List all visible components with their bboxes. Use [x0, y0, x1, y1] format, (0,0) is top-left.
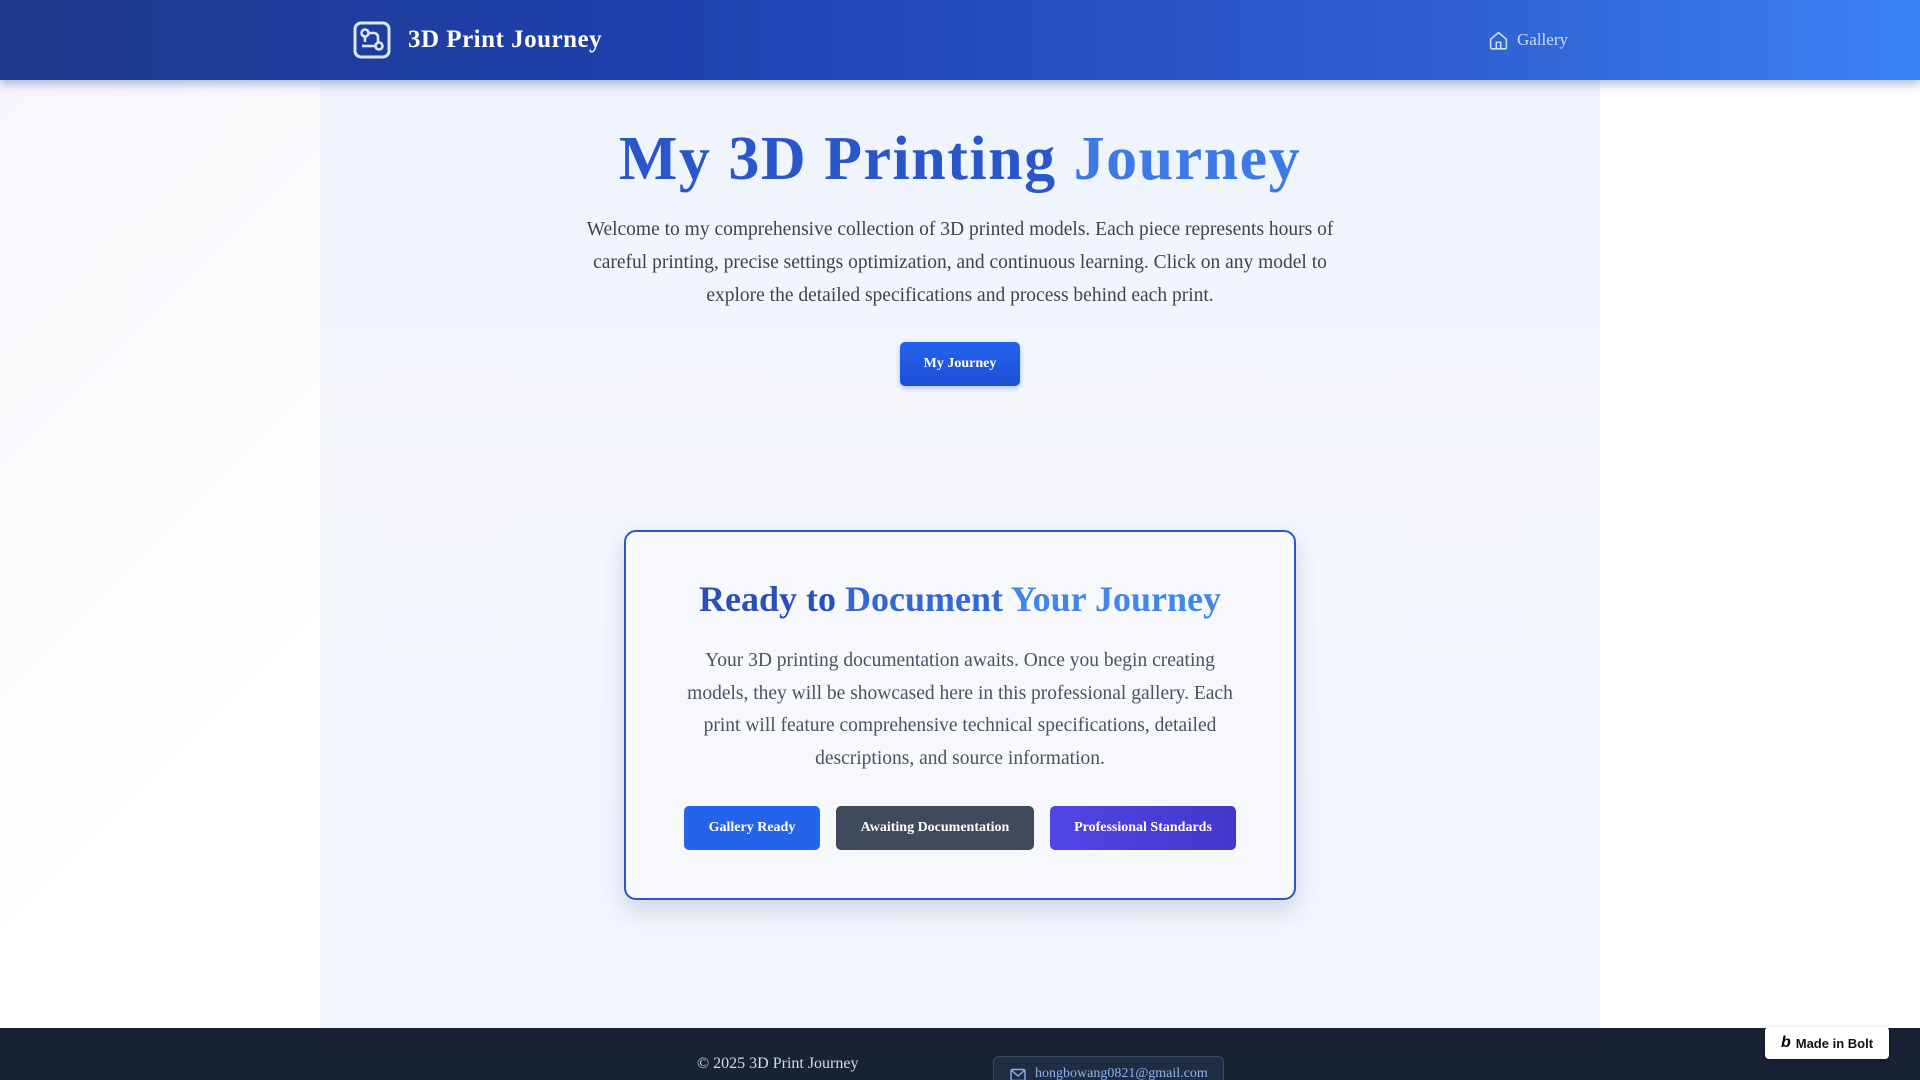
page-title-part1: My 3D Printing: [618, 125, 1057, 193]
mail-icon: [1010, 1068, 1026, 1080]
brand-title: 3D Print Journey: [408, 26, 603, 53]
email-address: hongbowang0821@gmail.com: [1035, 1066, 1208, 1080]
nav-gallery-link[interactable]: Gallery: [1488, 28, 1568, 52]
page-background: [0, 80, 320, 1028]
made-in-bolt-badge[interactable]: b Made in Bolt: [1765, 1027, 1889, 1059]
main-content: My 3D Printing Journey Welcome to my com…: [320, 80, 1600, 1028]
top-navbar: 3D Print Journey Gallery: [0, 0, 1920, 80]
card-title-part3: Your Journey: [1010, 579, 1221, 619]
document-journey-card: Ready to Document Your Journey Your 3D p…: [624, 530, 1296, 900]
badge-label: Made in Bolt: [1795, 1035, 1874, 1051]
card-button-group: Gallery Ready Awaiting Documentation Pro…: [626, 806, 1294, 850]
home-icon: [1489, 31, 1508, 50]
page-title-part2: Journey: [1073, 125, 1302, 193]
bolt-logo-icon: b: [1780, 1034, 1791, 1051]
footer: © 2025 3D Print Journey hongbowang0821@g…: [0, 1028, 1920, 1080]
copyright-text: © 2025 3D Print Journey: [697, 1055, 859, 1072]
email-contact-link[interactable]: hongbowang0821@gmail.com: [993, 1056, 1224, 1080]
card-title-part2: Document: [844, 579, 1003, 619]
my-journey-button[interactable]: My Journey: [900, 342, 1020, 386]
awaiting-documentation-button[interactable]: Awaiting Documentation: [836, 806, 1034, 850]
professional-standards-button[interactable]: Professional Standards: [1050, 806, 1236, 850]
hero-description: Welcome to my comprehensive collection o…: [586, 219, 1334, 306]
card-description: Your 3D printing documentation awaits. O…: [687, 650, 1233, 769]
circuit-board-icon: [353, 21, 391, 59]
brand[interactable]: 3D Print Journey: [353, 21, 602, 59]
card-title-part1: Ready to: [698, 579, 836, 619]
card-title: Ready to Document Your Journey: [626, 578, 1294, 621]
page-title: My 3D Printing Journey: [320, 122, 1600, 196]
nav-gallery-label: Gallery: [1517, 30, 1568, 49]
gallery-ready-button[interactable]: Gallery Ready: [684, 806, 820, 850]
